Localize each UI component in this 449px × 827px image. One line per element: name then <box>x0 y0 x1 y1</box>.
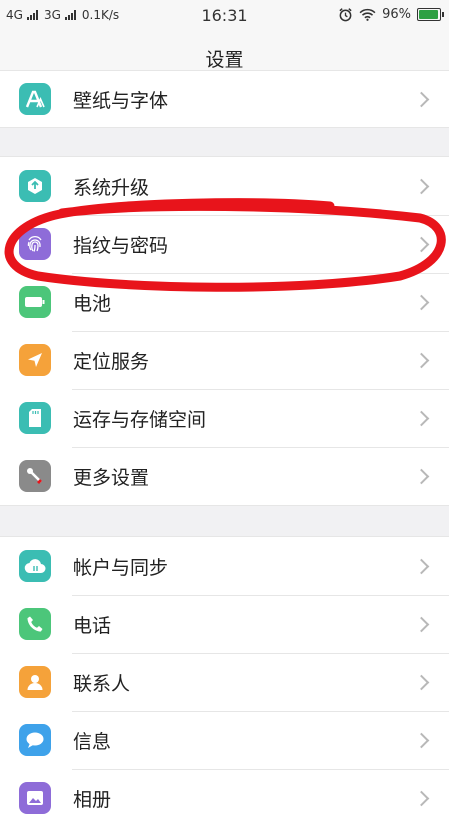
chevron-right-icon <box>413 468 430 484</box>
chevron-right-icon <box>413 352 430 368</box>
settings-item-memory-storage[interactable]: 运存与存储空间 <box>0 389 449 447</box>
tools-icon <box>19 460 51 492</box>
settings-item-more-settings[interactable]: 更多设置 <box>0 447 449 505</box>
settings-item-wallpaper-font[interactable]: 壁纸与字体 <box>0 71 449 127</box>
settings-group-apps: 帐户与同步 电话 联系人 信息 相册 <box>0 536 449 827</box>
settings-item-label: 电话 <box>73 614 112 637</box>
settings-item-label: 运存与存储空间 <box>73 408 207 431</box>
settings-item-label: 系统升级 <box>73 176 150 199</box>
settings-item-messages[interactable]: 信息 <box>0 711 449 769</box>
battery-indicator-icon <box>417 8 444 21</box>
chevron-right-icon <box>413 616 430 632</box>
settings-item-battery[interactable]: 电池 <box>0 273 449 331</box>
sd-card-icon <box>19 402 51 434</box>
contacts-icon <box>19 666 51 698</box>
page-title: 设置 <box>205 48 244 71</box>
settings-item-label: 相册 <box>73 788 112 811</box>
settings-item-label: 帐户与同步 <box>73 556 169 579</box>
wifi-icon <box>359 8 376 21</box>
chevron-right-icon <box>413 790 430 806</box>
alarm-clock-icon <box>339 8 352 22</box>
settings-item-label: 信息 <box>73 730 112 753</box>
settings-item-label: 联系人 <box>73 672 131 695</box>
chevron-right-icon <box>413 558 430 574</box>
settings-item-phone[interactable]: 电话 <box>0 595 449 653</box>
chevron-right-icon <box>413 410 430 426</box>
upgrade-box-icon <box>19 170 51 202</box>
settings-item-fingerprint-password[interactable]: 指纹与密码 <box>0 215 449 273</box>
settings-item-label: 电池 <box>73 292 112 315</box>
cloud-sync-icon <box>19 550 51 582</box>
settings-item-contacts[interactable]: 联系人 <box>0 653 449 711</box>
album-icon <box>19 782 51 814</box>
status-bar: 4G 3G 0.1K/s 16:31 96% <box>0 0 449 32</box>
chevron-right-icon <box>413 91 430 107</box>
fingerprint-icon <box>19 228 51 260</box>
settings-item-label: 壁纸与字体 <box>73 89 169 112</box>
chevron-right-icon <box>413 236 430 252</box>
settings-group-display: 壁纸与字体 <box>0 70 449 128</box>
settings-item-label: 指纹与密码 <box>73 234 169 257</box>
chevron-right-icon <box>413 178 430 194</box>
settings-item-system-upgrade[interactable]: 系统升级 <box>0 157 449 215</box>
battery-icon <box>19 286 51 318</box>
chevron-right-icon <box>413 732 430 748</box>
settings-item-location[interactable]: 定位服务 <box>0 331 449 389</box>
message-icon <box>19 724 51 756</box>
battery-percent: 96% <box>382 7 411 22</box>
location-arrow-icon <box>19 344 51 376</box>
font-a-icon <box>19 83 51 115</box>
chevron-right-icon <box>413 674 430 690</box>
settings-item-account-sync[interactable]: 帐户与同步 <box>0 537 449 595</box>
settings-item-album[interactable]: 相册 <box>0 769 449 827</box>
chevron-right-icon <box>413 294 430 310</box>
phone-icon <box>19 608 51 640</box>
settings-item-label: 更多设置 <box>73 466 150 489</box>
settings-group-system: 系统升级 指纹与密码 电池 定位服务 运存与存储空间 更多设置 <box>0 156 449 506</box>
system-indicators: 96% <box>338 7 444 22</box>
settings-item-label: 定位服务 <box>73 350 150 373</box>
